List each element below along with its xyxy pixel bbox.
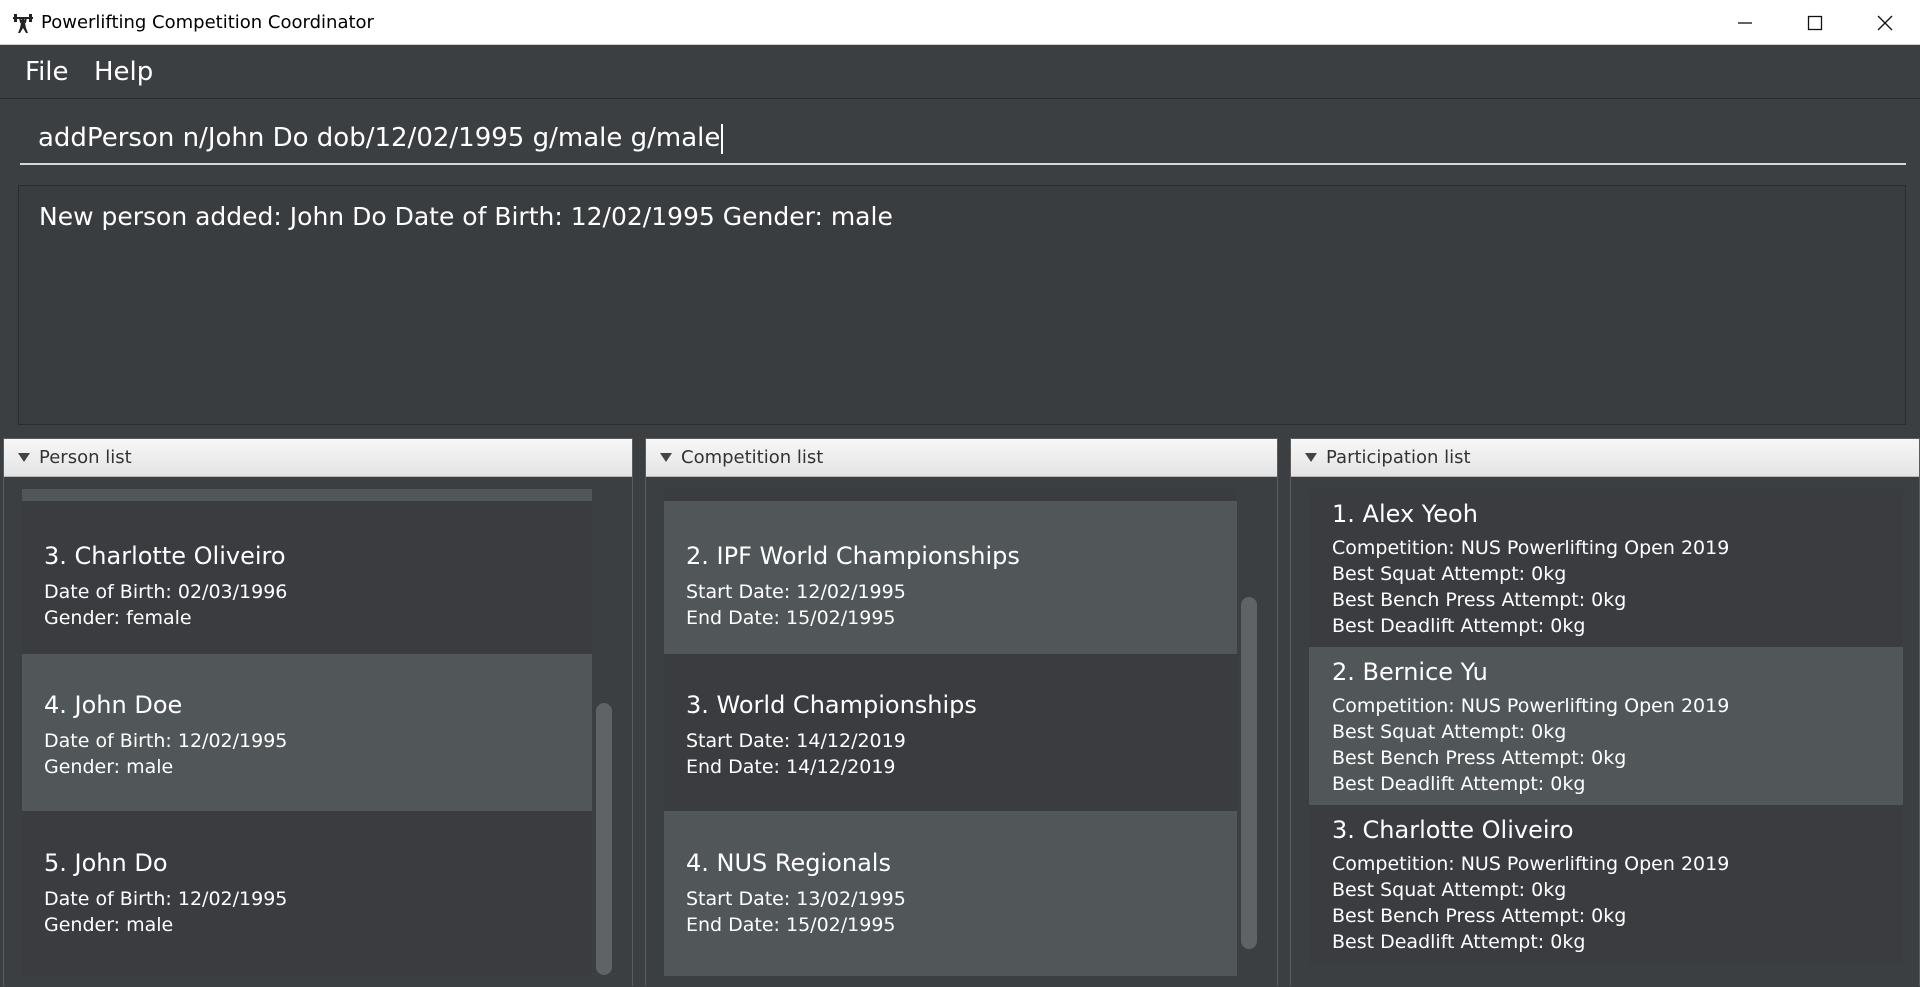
result-message: New person added: John Do Date of Birth:… [39,202,893,231]
result-display: New person added: John Do Date of Birth:… [18,185,1906,425]
competition-scrollbar[interactable] [1241,489,1257,975]
participation-competition: Competition: NUS Powerlifting Open 2019 [1332,537,1730,559]
participant-name: 2. Bernice Yu [1332,658,1488,686]
participant-name: 1. Alex Yeoh [1332,500,1478,528]
participation-competition: Competition: NUS Powerlifting Open 2019 [1332,695,1730,717]
command-box-area: addPerson n/John Do dob/12/02/1995 g/mal… [0,99,1920,179]
participant-name: 3. Charlotte Oliveiro [1332,816,1574,844]
competition-card[interactable]: 4. NUS Regionals Start Date: 13/02/1995 … [664,811,1237,976]
person-scrollbar[interactable] [596,489,612,975]
participation-deadlift: Best Deadlift Attempt: 0kg [1332,773,1586,795]
participation-bench: Best Bench Press Attempt: 0kg [1332,905,1627,927]
participation-list-header[interactable]: Participation list [1291,439,1919,477]
minimize-button[interactable] [1710,0,1780,45]
command-text: addPerson n/John Do dob/12/02/1995 g/mal… [38,123,721,153]
person-dob: Date of Birth: 12/02/1995 [44,888,288,910]
close-icon [1877,15,1893,30]
participation-card[interactable]: 3. Charlotte Oliveiro Competition: NUS P… [1309,805,1903,963]
person-gender: Gender: male [44,914,174,936]
person-list-title: Person list [39,447,132,468]
person-scroll-thumb[interactable] [596,703,612,975]
competition-list-view[interactable]: 2. IPF World Championships Start Date: 1… [646,477,1277,987]
competition-card[interactable]: 2. IPF World Championships Start Date: 1… [664,501,1237,654]
menu-bar: File Help [0,45,1920,99]
participation-squat: Best Squat Attempt: 0kg [1332,721,1567,743]
competition-card[interactable]: 3. World Championships Start Date: 14/12… [664,654,1237,811]
list-item-partial[interactable] [22,489,592,501]
close-button[interactable] [1850,0,1920,45]
competition-end-date: End Date: 14/12/2019 [686,756,896,778]
competition-start-date: Start Date: 13/02/1995 [686,888,906,910]
competition-list-header[interactable]: Competition list [646,439,1277,477]
person-gender: Gender: female [44,607,192,629]
competition-list-title: Competition list [681,447,824,468]
menu-help[interactable]: Help [90,55,157,89]
maximize-button[interactable] [1780,0,1850,45]
competition-name: 4. NUS Regionals [686,849,891,877]
person-list-header[interactable]: Person list [4,439,632,477]
participation-list-panel: Participation list 1. Alex Yeoh Competit… [1290,438,1920,987]
triangle-down-icon [18,453,30,462]
competition-start-date: Start Date: 14/12/2019 [686,730,906,752]
person-card[interactable]: 4. John Doe Date of Birth: 12/02/1995 Ge… [22,654,592,811]
participation-bench: Best Bench Press Attempt: 0kg [1332,589,1627,611]
menu-file[interactable]: File [21,55,73,89]
participation-deadlift: Best Deadlift Attempt: 0kg [1332,615,1586,637]
person-dob: Date of Birth: 12/02/1995 [44,730,288,752]
competition-end-date: End Date: 15/02/1995 [686,607,896,629]
list-item-partial[interactable] [664,489,1237,501]
participation-bench: Best Bench Press Attempt: 0kg [1332,747,1627,769]
person-card[interactable]: 5. John Do Date of Birth: 12/02/1995 Gen… [22,811,592,976]
minimize-icon [1738,21,1752,24]
competition-start-date: Start Date: 12/02/1995 [686,581,906,603]
weightlifter-icon [13,14,33,33]
participation-competition: Competition: NUS Powerlifting Open 2019 [1332,853,1730,875]
participation-list-title: Participation list [1326,447,1471,468]
person-list-view[interactable]: 3. Charlotte Oliveiro Date of Birth: 02/… [4,477,632,987]
participation-deadlift: Best Deadlift Attempt: 0kg [1332,931,1586,953]
command-input[interactable]: addPerson n/John Do dob/12/02/1995 g/mal… [20,111,1906,165]
competition-name: 2. IPF World Championships [686,542,1020,570]
person-dob: Date of Birth: 02/03/1996 [44,581,288,603]
competition-scroll-thumb[interactable] [1241,597,1257,949]
triangle-down-icon [1305,453,1317,462]
competition-end-date: End Date: 15/02/1995 [686,914,896,936]
participation-squat: Best Squat Attempt: 0kg [1332,563,1567,585]
participation-list-view[interactable]: 1. Alex Yeoh Competition: NUS Powerlifti… [1291,477,1919,987]
person-name: 5. John Do [44,849,168,877]
competition-name: 3. World Championships [686,691,977,719]
maximize-icon [1807,15,1823,30]
person-list-panel: Person list 3. Charlotte Oliveiro Date o… [3,438,633,987]
person-name: 3. Charlotte Oliveiro [44,542,286,570]
text-caret [721,123,724,154]
participation-squat: Best Squat Attempt: 0kg [1332,879,1567,901]
title-bar: Powerlifting Competition Coordinator [0,0,1920,45]
competition-list-panel: Competition list 2. IPF World Championsh… [645,438,1278,987]
person-name: 4. John Doe [44,691,183,719]
participation-card[interactable]: 2. Bernice Yu Competition: NUS Powerlift… [1309,647,1903,805]
window-title: Powerlifting Competition Coordinator [41,12,374,33]
triangle-down-icon [660,453,672,462]
person-card[interactable]: 3. Charlotte Oliveiro Date of Birth: 02/… [22,501,592,654]
person-gender: Gender: male [44,756,174,778]
participation-card[interactable]: 1. Alex Yeoh Competition: NUS Powerlifti… [1309,489,1903,647]
